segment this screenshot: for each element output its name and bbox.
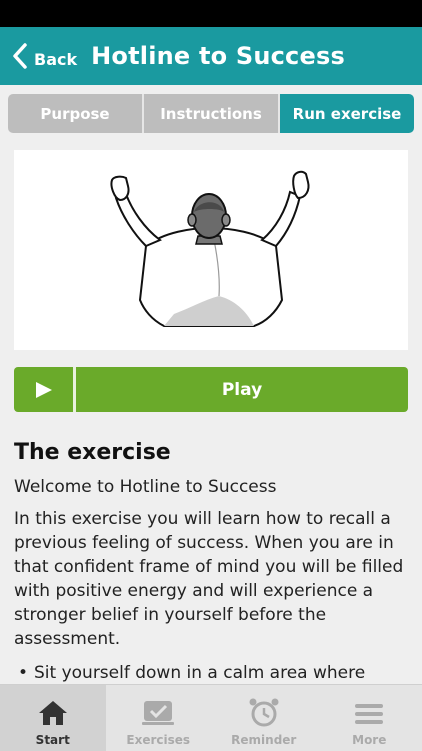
tab-instructions[interactable]: Instructions: [144, 94, 280, 133]
play-button[interactable]: Play: [14, 367, 408, 412]
tabbar-item-exercises[interactable]: Exercises: [106, 685, 212, 751]
tab-purpose[interactable]: Purpose: [8, 94, 144, 133]
alarm-clock-icon: [248, 697, 280, 727]
tabbar-label-start: Start: [36, 733, 70, 747]
play-icon-box: [14, 367, 76, 412]
content-heading: The exercise: [14, 440, 408, 465]
tabbar-item-reminder[interactable]: Reminder: [211, 685, 317, 751]
content-paragraph: In this exercise you will learn how to r…: [14, 507, 408, 651]
status-bar: [0, 0, 422, 27]
back-button[interactable]: Back: [12, 42, 77, 70]
back-label: Back: [34, 50, 77, 69]
man-raising-arms-illustration: [14, 150, 408, 350]
page-title: Hotline to Success: [91, 42, 345, 70]
content-bullet: Sit yourself down in a calm area where: [14, 661, 408, 684]
exercise-content: The exercise Welcome to Hotline to Succe…: [14, 440, 408, 684]
exercise-illustration: [14, 150, 408, 350]
tabbar-label-reminder: Reminder: [231, 733, 296, 747]
play-label: Play: [76, 380, 408, 400]
bottom-tab-bar: Start Exercises Reminder More: [0, 684, 422, 751]
exercises-icon: [140, 699, 176, 727]
content-subtitle: Welcome to Hotline to Success: [14, 475, 408, 499]
chevron-left-icon: [12, 42, 28, 70]
nav-bar: Back Hotline to Success: [0, 27, 422, 85]
play-icon: [34, 380, 54, 400]
tabbar-item-start[interactable]: Start: [0, 685, 106, 751]
tabbar-item-more[interactable]: More: [317, 685, 422, 751]
tabbar-label-more: More: [352, 733, 386, 747]
home-icon: [37, 699, 69, 727]
segmented-tabs: Purpose Instructions Run exercise: [8, 94, 414, 133]
tab-run-exercise[interactable]: Run exercise: [280, 94, 414, 133]
tabbar-label-exercises: Exercises: [126, 733, 190, 747]
menu-icon: [353, 701, 385, 727]
